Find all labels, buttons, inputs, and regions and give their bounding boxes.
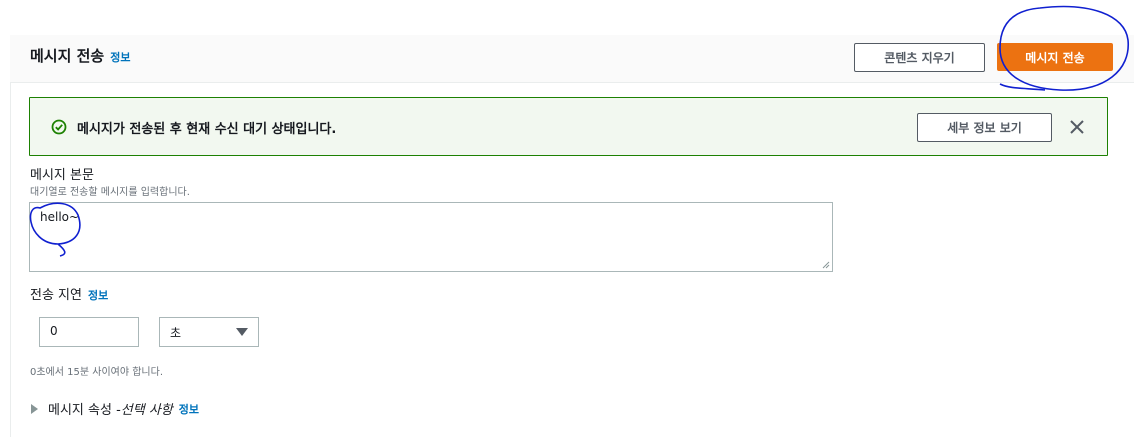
alert-message: 메시지가 전송된 후 현재 수신 대기 상태입니다.	[77, 122, 337, 137]
clear-content-button[interactable]: 콘텐츠 지우기	[854, 43, 985, 72]
message-body-label: 메시지 본문	[30, 168, 94, 183]
delivery-delay-label: 전송 지연 정보	[30, 284, 108, 303]
delay-constraint-text: 0초에서 15분 사이여야 합니다.	[30, 367, 164, 378]
resize-handle-icon[interactable]	[822, 261, 830, 269]
message-body-textarea[interactable]: hello~	[29, 202, 833, 272]
close-icon[interactable]	[1068, 118, 1086, 136]
delay-value-input[interactable]: 0	[39, 317, 139, 347]
delivery-delay-label-text: 전송 지연	[30, 288, 82, 303]
caret-right-icon	[31, 403, 38, 414]
page-title-text: 메시지 전송	[30, 47, 105, 65]
caret-down-icon	[236, 328, 248, 336]
attributes-info-link[interactable]: 정보	[179, 401, 199, 417]
delay-info-link[interactable]: 정보	[88, 289, 108, 302]
delay-unit-value: 초	[170, 326, 182, 340]
message-body-value: hello~	[40, 210, 80, 224]
message-attributes-label: 메시지 속성 -	[48, 403, 121, 418]
view-details-button[interactable]: 세부 정보 보기	[917, 113, 1052, 142]
message-attributes-expander[interactable]: 메시지 속성 - 선택 사항 정보	[31, 399, 199, 418]
check-circle-icon	[51, 119, 67, 135]
info-link[interactable]: 정보	[110, 51, 130, 64]
page-title: 메시지 전송 정보	[30, 45, 130, 66]
optional-text: 선택 사항	[120, 403, 173, 418]
delay-unit-select[interactable]: 초	[159, 317, 259, 347]
send-message-button[interactable]: 메시지 전송	[997, 43, 1113, 71]
message-body-description: 대기열로 전송할 메시지를 입력합니다.	[30, 187, 190, 198]
